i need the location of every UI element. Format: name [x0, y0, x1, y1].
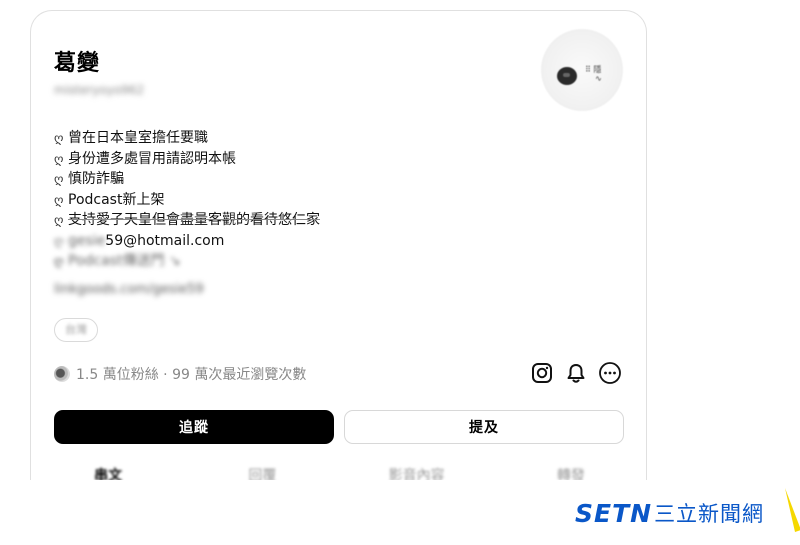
- profile-avatar[interactable]: ⠿ 隱 ∿: [541, 29, 623, 111]
- heart-bullet-icon: ღ: [54, 254, 64, 268]
- mention-button[interactable]: 提及: [344, 410, 624, 444]
- watermark-slash-icon: [785, 488, 800, 532]
- bio-line: ღ 曾在日本皇室擔任要職: [54, 128, 320, 149]
- bio-line: ღ Podcast傳送門 ↘: [54, 251, 320, 272]
- bio-text: 曾在日本皇室擔任要職: [68, 130, 208, 146]
- tab-replies[interactable]: 回覆: [185, 465, 339, 480]
- bio-line: ღ 身份遭多處冒用請認明本帳: [54, 149, 320, 170]
- profile-actions: [530, 361, 622, 385]
- bio-line: ღ gesie 59@hotmail.com: [54, 231, 320, 252]
- follower-stats[interactable]: 1.5 萬位粉絲 · 99 萬次最近瀏覽次數: [54, 364, 306, 384]
- bio-text: Podcast傳送門 ↘: [68, 253, 181, 269]
- heart-bullet-icon: ღ: [54, 233, 64, 248]
- follower-avatar-icon: [54, 366, 70, 382]
- location-chip[interactable]: 台灣: [54, 318, 98, 342]
- profile-name: 葛變: [54, 51, 101, 76]
- location-label: 台灣: [65, 323, 87, 336]
- avatar-face-icon: [557, 67, 577, 85]
- bio-text: 支持愛子天皇但會盡量客觀的看待悠仁家: [68, 212, 320, 228]
- bio-line: ღ 支持愛子天皇但會盡量客觀的看待悠仁家: [54, 210, 320, 231]
- heart-bullet-icon: ღ: [54, 172, 64, 186]
- profile-handle[interactable]: misteryoyo962: [54, 83, 144, 97]
- bio-email-prefix: gesie: [68, 232, 106, 249]
- bio-text: 慎防詐騙: [68, 171, 124, 187]
- tab-media[interactable]: 影音內容: [340, 465, 494, 480]
- bio-line: ღ Podcast新上架: [54, 190, 320, 211]
- tab-threads[interactable]: 串文: [31, 465, 185, 480]
- bio-line: ღ 慎防詐騙: [54, 169, 320, 190]
- watermark-name: 三立新聞網: [654, 502, 765, 526]
- bio-email: 59@hotmail.com: [105, 232, 225, 249]
- profile-link[interactable]: linkgoods.com/gesie59: [54, 282, 204, 297]
- profile-tabs: 串文 回覆 影音內容 轉發: [31, 465, 646, 480]
- heart-bullet-icon: ღ: [54, 192, 64, 207]
- instagram-icon[interactable]: [530, 361, 554, 385]
- bio-text: Podcast新上架: [68, 191, 165, 208]
- bell-icon[interactable]: [564, 361, 588, 385]
- profile-bio: ღ 曾在日本皇室擔任要職 ღ 身份遭多處冒用請認明本帳 ღ 慎防詐騙 ღ Pod…: [54, 128, 320, 272]
- follow-button[interactable]: 追蹤: [54, 410, 334, 444]
- heart-bullet-icon: ღ: [54, 213, 64, 227]
- tab-reposts[interactable]: 轉發: [494, 465, 646, 480]
- setn-watermark: SETN 三立新聞網: [575, 488, 800, 532]
- heart-bullet-icon: ღ: [54, 151, 64, 166]
- watermark-brand: SETN: [575, 498, 653, 528]
- more-options-icon[interactable]: [598, 361, 622, 385]
- follower-stats-text: 1.5 萬位粉絲 · 99 萬次最近瀏覽次數: [76, 367, 307, 383]
- heart-bullet-icon: ღ: [54, 131, 64, 145]
- avatar-glyph-icon: ⠿ 隱 ∿: [585, 65, 602, 83]
- bio-text: 身份遭多處冒用請認明本帳: [68, 150, 236, 167]
- profile-card: 葛變 misteryoyo962 ⠿ 隱 ∿ ღ 曾在日本皇室擔任要職 ღ 身份…: [30, 10, 647, 480]
